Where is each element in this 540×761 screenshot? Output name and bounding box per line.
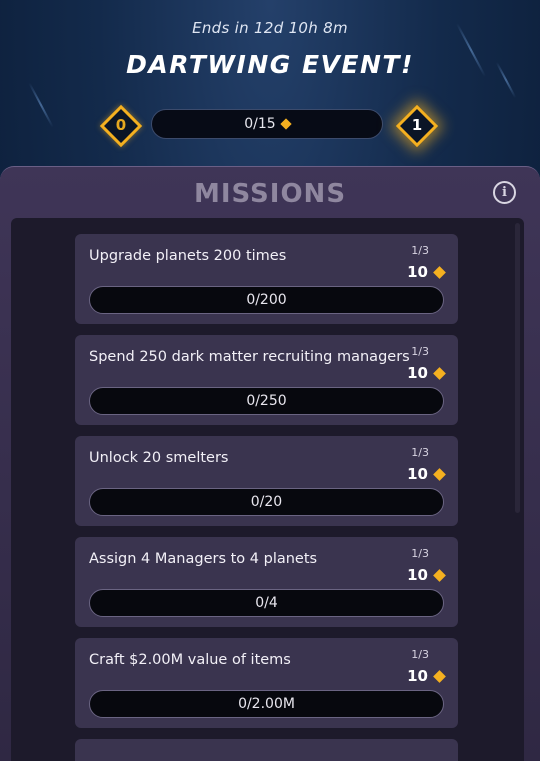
mission-step: 1/3 bbox=[411, 446, 429, 459]
mission-reward-value: 10 bbox=[407, 263, 428, 281]
mission-progress-text: 0/2.00M bbox=[238, 696, 295, 712]
info-icon[interactable]: i bbox=[493, 181, 516, 204]
mission-progress-bar: 0/4 bbox=[89, 589, 444, 617]
mission-card-partial[interactable] bbox=[75, 739, 458, 761]
gem-icon bbox=[433, 366, 446, 380]
tier-current-number: 0 bbox=[115, 116, 127, 134]
mission-progress-text: 0/20 bbox=[250, 494, 283, 510]
mission-reward: 10 bbox=[407, 465, 446, 483]
event-progress-text: 0/15 bbox=[244, 116, 276, 132]
mission-reward-value: 10 bbox=[407, 566, 428, 584]
mission-step: 1/3 bbox=[411, 547, 429, 560]
event-timer: Ends in 12d 10h 8m bbox=[192, 19, 348, 37]
mission-reward-value: 10 bbox=[407, 364, 428, 382]
mission-reward: 10 bbox=[407, 667, 446, 685]
mission-card[interactable]: Spend 250 dark matter recruiting manager… bbox=[75, 335, 458, 425]
mission-description: Craft $2.00M value of items bbox=[89, 652, 291, 668]
mission-progress-bar: 0/2.00M bbox=[89, 690, 444, 718]
mission-progress-text: 0/200 bbox=[246, 292, 287, 308]
mission-card[interactable]: Unlock 20 smelters 1/3 10 0/20 bbox=[75, 436, 458, 526]
missions-title: MISSIONS bbox=[193, 179, 347, 209]
background-streak bbox=[28, 82, 54, 128]
mission-reward: 10 bbox=[407, 263, 446, 281]
event-progress-bar: 0/15 bbox=[151, 109, 383, 139]
tier-next-number: 1 bbox=[411, 116, 423, 134]
event-title: DARTWING EVENT! bbox=[126, 50, 414, 79]
scrollbar[interactable] bbox=[515, 223, 520, 513]
mission-description: Assign 4 Managers to 4 planets bbox=[89, 551, 318, 567]
missions-panel: MISSIONS i Upgrade planets 200 times 1/3… bbox=[0, 166, 540, 761]
mission-progress-text: 0/250 bbox=[246, 393, 287, 409]
mission-reward-value: 10 bbox=[407, 667, 428, 685]
mission-step: 1/3 bbox=[411, 244, 429, 257]
mission-reward: 10 bbox=[407, 364, 446, 382]
gem-icon bbox=[433, 669, 446, 683]
mission-progress-text: 0/4 bbox=[255, 595, 278, 611]
mission-reward-value: 10 bbox=[407, 465, 428, 483]
mission-description: Unlock 20 smelters bbox=[89, 450, 229, 466]
gem-icon bbox=[433, 467, 446, 481]
mission-progress-bar: 0/200 bbox=[89, 286, 444, 314]
gem-icon bbox=[433, 568, 446, 582]
mission-progress-bar: 0/20 bbox=[89, 488, 444, 516]
mission-description: Spend 250 dark matter recruiting manager… bbox=[89, 349, 410, 365]
mission-progress-bar: 0/250 bbox=[89, 387, 444, 415]
gem-icon bbox=[280, 118, 292, 130]
mission-step: 1/3 bbox=[411, 345, 429, 358]
mission-card[interactable]: Craft $2.00M value of items 1/3 10 0/2.0… bbox=[75, 638, 458, 728]
mission-description: Upgrade planets 200 times bbox=[89, 248, 287, 264]
mission-reward: 10 bbox=[407, 566, 446, 584]
mission-card[interactable]: Upgrade planets 200 times 1/3 10 0/200 bbox=[75, 234, 458, 324]
mission-list[interactable]: Upgrade planets 200 times 1/3 10 0/200 S… bbox=[11, 218, 524, 761]
gem-icon bbox=[433, 265, 446, 279]
mission-step: 1/3 bbox=[411, 648, 429, 661]
mission-card[interactable]: Assign 4 Managers to 4 planets 1/3 10 0/… bbox=[75, 537, 458, 627]
